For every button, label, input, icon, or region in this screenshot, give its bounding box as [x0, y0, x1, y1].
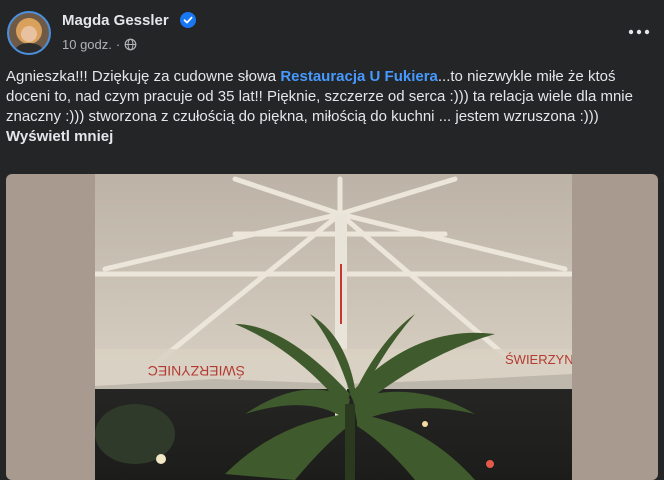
- post-photo-container[interactable]: ŚWIERZYNIEC ŚWIERZYNIEC: [6, 174, 658, 480]
- post-timestamp[interactable]: 10 godz.: [62, 37, 112, 52]
- page-mention-link[interactable]: Restauracja U Fukiera: [280, 68, 438, 85]
- verified-badge-icon: [180, 12, 196, 28]
- see-less-link[interactable]: Wyświetl mniej: [6, 128, 113, 145]
- post-text: Agnieszka!!! Dziękuję za cudowne słowa R…: [6, 67, 658, 147]
- post-photo[interactable]: ŚWIERZYNIEC ŚWIERZYNIEC: [95, 174, 572, 480]
- globe-icon[interactable]: [124, 38, 137, 51]
- post-meta: 10 godz. ·: [62, 37, 137, 52]
- umbrella-print-right: ŚWIERZYNIEC: [505, 352, 572, 367]
- avatar-photo: [9, 13, 49, 53]
- more-options-icon[interactable]: [626, 20, 652, 44]
- facebook-post: Magda Gessler 10 godz. · Agnieszka!!! Dz…: [0, 0, 664, 480]
- post-header: Magda Gessler 10 godz. ·: [0, 0, 664, 62]
- photo-illustration: ŚWIERZYNIEC ŚWIERZYNIEC: [95, 174, 572, 480]
- post-text-start: Agnieszka!!! Dziękuję za cudowne słowa: [6, 68, 281, 85]
- meta-separator: ·: [115, 37, 121, 52]
- author-name[interactable]: Magda Gessler: [62, 12, 169, 29]
- umbrella-print-left: ŚWIERZYNIEC: [148, 363, 245, 380]
- author-avatar[interactable]: [7, 11, 51, 55]
